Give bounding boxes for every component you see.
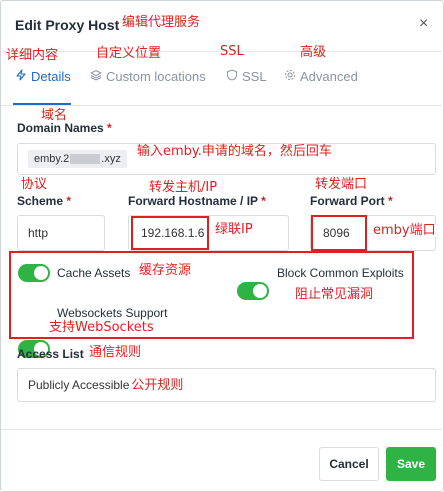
tab-custom-locations[interactable]: Custom locations: [89, 69, 206, 84]
footer-divider: [1, 429, 444, 430]
domain-chip-suffix: .xyz: [101, 153, 121, 165]
annotation-websockets: 支持WebSockets: [49, 320, 154, 335]
websockets-label: Websockets Support: [57, 306, 168, 320]
gear-icon: [284, 69, 296, 84]
active-tab-indicator: [13, 103, 71, 105]
cache-assets-label: Cache Assets: [57, 266, 131, 280]
annotation-access-value: 公开规则: [131, 377, 184, 393]
annotation-scheme: 协议: [21, 177, 48, 192]
access-list-value: Publicly Accessible: [28, 378, 130, 392]
required-mark: *: [107, 121, 112, 135]
save-button[interactable]: Save: [386, 447, 436, 481]
forward-host-value: 192.168.1.6: [141, 226, 205, 240]
annotation-access-list: 通信规则: [89, 345, 142, 360]
annotation-hostname: 转发主机/IP: [149, 180, 218, 195]
edit-proxy-host-modal: Edit Proxy Host 编辑代理服务 × 详细内容 自定义位置 SSL …: [0, 0, 444, 492]
redacted-block: [70, 154, 101, 165]
annotation-details: 详细内容: [6, 48, 59, 63]
annotation-advanced: 高级: [300, 45, 327, 60]
forward-port-highlight: 8096: [311, 215, 367, 251]
block-exploits-toggle[interactable]: [237, 282, 269, 300]
close-icon[interactable]: ×: [419, 15, 428, 33]
required-mark: *: [388, 194, 393, 208]
access-list-label: Access List: [17, 347, 84, 361]
forward-port-value: 8096: [323, 226, 350, 240]
forward-host-highlight: 192.168.1.6: [131, 216, 209, 250]
forward-host-label: Forward Hostname / IP *: [128, 194, 266, 208]
tab-custom-locations-label: Custom locations: [106, 69, 206, 84]
cancel-button[interactable]: Cancel: [319, 447, 379, 481]
access-list-select[interactable]: Publicly Accessible 公开规则: [17, 368, 436, 402]
domain-chip-prefix: emby.2: [34, 153, 70, 165]
forward-host-input[interactable]: 192.168.1.6: [128, 215, 289, 251]
tabs-divider: [1, 105, 444, 106]
domain-chip[interactable]: emby.2 .xyz: [28, 150, 127, 168]
cache-assets-toggle[interactable]: [18, 264, 50, 282]
annotation-ip: 绿联IP: [215, 222, 253, 237]
layers-icon: [89, 69, 103, 84]
annotation-ssl: SSL: [220, 44, 244, 59]
block-exploits-label: Block Common Exploits: [277, 266, 404, 280]
annotation-block: 阻止常见漏洞: [295, 287, 374, 302]
forward-port-label: Forward Port *: [310, 194, 393, 208]
annotation-custom-locations: 自定义位置: [96, 46, 162, 61]
forward-host-label-text: Forward Hostname / IP: [128, 194, 258, 208]
modal-title: Edit Proxy Host: [15, 17, 120, 33]
annotation-cache: 缓存资源: [139, 263, 192, 278]
domain-names-label-text: Domain Names: [17, 121, 104, 135]
annotation-domain-input: 输入emby.申请的域名，然后回车: [137, 144, 332, 159]
tab-advanced[interactable]: Advanced: [284, 69, 358, 84]
tab-ssl-label: SSL: [242, 69, 267, 84]
bolt-icon: [15, 69, 27, 84]
scheme-label: Scheme *: [17, 194, 71, 208]
scheme-value: http: [28, 226, 49, 240]
domain-names-label: Domain Names *: [17, 121, 112, 135]
shield-icon: [226, 69, 238, 84]
scheme-label-text: Scheme: [17, 194, 64, 208]
annotation-port-value: emby端口: [373, 223, 436, 238]
tab-advanced-label: Advanced: [300, 69, 358, 84]
required-mark: *: [66, 194, 72, 208]
annotation-port: 转发端口: [315, 177, 368, 192]
required-mark: *: [261, 194, 266, 208]
annotation-title: 编辑代理服务: [122, 15, 201, 30]
tab-details[interactable]: Details: [15, 69, 71, 84]
tab-details-label: Details: [31, 69, 71, 84]
scheme-input[interactable]: http: [17, 215, 105, 251]
forward-port-label-text: Forward Port: [310, 194, 385, 208]
tab-ssl[interactable]: SSL: [226, 69, 267, 84]
